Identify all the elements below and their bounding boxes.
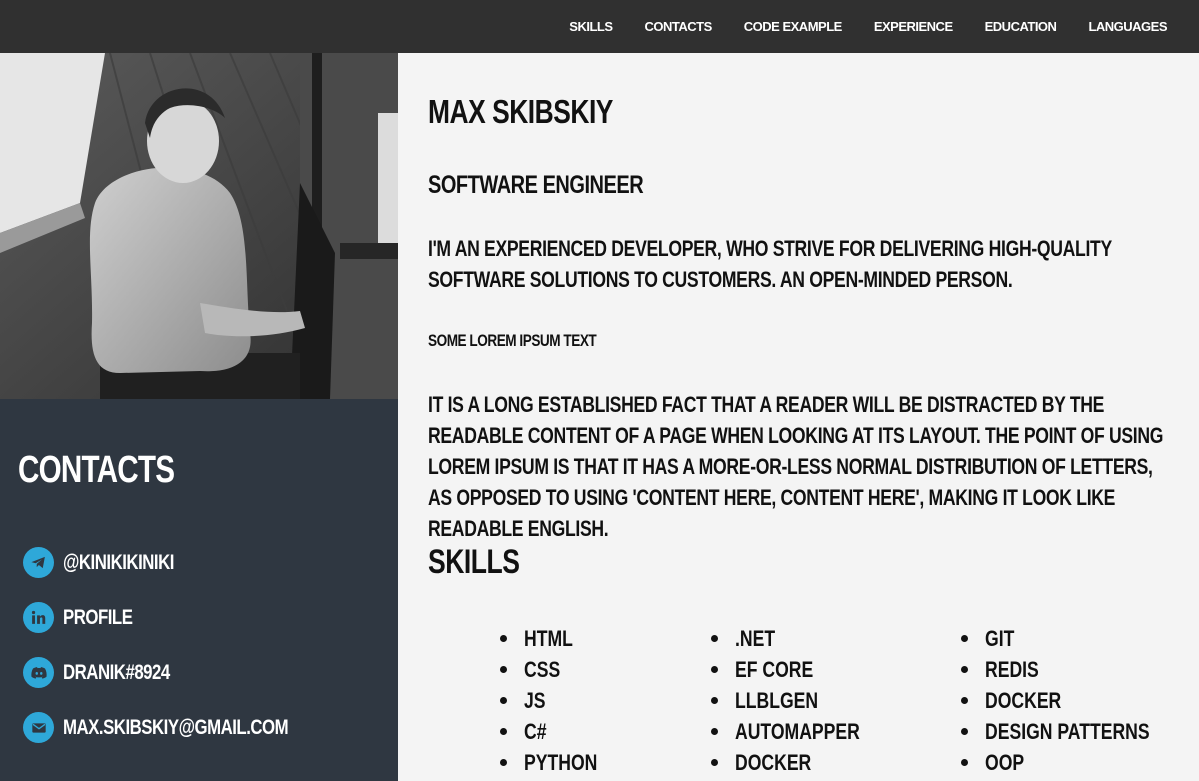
skill-item: HTML (500, 623, 616, 654)
nav-languages[interactable]: LANGUAGES (1072, 19, 1183, 34)
contact-telegram-link[interactable]: @KINIKIKINIKI (63, 551, 174, 575)
skill-item: JS (500, 685, 616, 716)
mail-icon[interactable] (23, 712, 54, 743)
skills-list-3: GIT REDIS DOCKER DESIGN PATTERNS OOP (961, 623, 1191, 778)
skill-item: C# (500, 716, 616, 747)
contact-email: MAX.SKIBSKIY@GMAIL.COM (23, 700, 344, 755)
skill-item: PYTHON (500, 747, 616, 778)
nav-contacts[interactable]: CONTACTS (629, 19, 728, 34)
profile-photo (0, 53, 398, 399)
discord-icon[interactable] (23, 657, 54, 688)
nav-experience[interactable]: EXPERIENCE (858, 19, 969, 34)
person-name: MAX SKIBSKIY (428, 93, 613, 130)
skill-item: OOP (961, 747, 1191, 778)
skill-item: .NET (711, 623, 891, 654)
about-text: I'M AN EXPERIENCED DEVELOPER, WHO STRIVE… (428, 236, 1112, 292)
linkedin-icon[interactable] (23, 602, 54, 633)
nav-code-example[interactable]: CODE EXAMPLE (728, 19, 858, 34)
lorem-paragraph: IT IS A LONG ESTABLISHED FACT THAT A REA… (428, 392, 1164, 541)
main-nav: SKILLS CONTACTS CODE EXAMPLE EXPERIENCE … (553, 0, 1183, 53)
lorem-subheading: SOME LOREM IPSUM TEXT (428, 331, 597, 350)
top-navbar: SKILLS CONTACTS CODE EXAMPLE EXPERIENCE … (0, 0, 1199, 53)
skill-item: GIT (961, 623, 1191, 654)
nav-skills[interactable]: SKILLS (553, 19, 628, 34)
nav-education[interactable]: EDUCATION (969, 19, 1073, 34)
contacts-sidebar: CONTACTS @KINIKIKINIKI PROFILE DRANIK#89… (0, 399, 398, 781)
contact-discord-link[interactable]: DRANIK#8924 (63, 661, 170, 685)
skill-item: AUTOMAPPER (711, 716, 891, 747)
skill-item: DOCKER (961, 685, 1191, 716)
skill-item: CSS (500, 654, 616, 685)
profile-photo-image (0, 53, 398, 399)
job-title: SOFTWARE ENGINEER (428, 171, 644, 199)
skill-item: REDIS (961, 654, 1191, 685)
skill-item: LLBLGEN (711, 685, 891, 716)
contact-list: @KINIKIKINIKI PROFILE DRANIK#8924 MAX.SK… (23, 535, 344, 755)
skill-item: DESIGN PATTERNS (961, 716, 1191, 747)
skills-list-2: .NET EF CORE LLBLGEN AUTOMAPPER DOCKER (711, 623, 891, 778)
contact-linkedin: PROFILE (23, 590, 344, 645)
telegram-icon[interactable] (23, 547, 54, 578)
contacts-heading: CONTACTS (18, 449, 175, 491)
skill-item: DOCKER (711, 747, 891, 778)
contact-email-link[interactable]: MAX.SKIBSKIY@GMAIL.COM (63, 716, 289, 740)
skills-heading: SKILLS (428, 543, 520, 581)
contact-discord: DRANIK#8924 (23, 645, 344, 700)
skills-list-1: HTML CSS JS C# PYTHON (500, 623, 616, 778)
contact-telegram: @KINIKIKINIKI (23, 535, 344, 590)
contact-linkedin-link[interactable]: PROFILE (63, 606, 133, 630)
skill-item: EF CORE (711, 654, 891, 685)
